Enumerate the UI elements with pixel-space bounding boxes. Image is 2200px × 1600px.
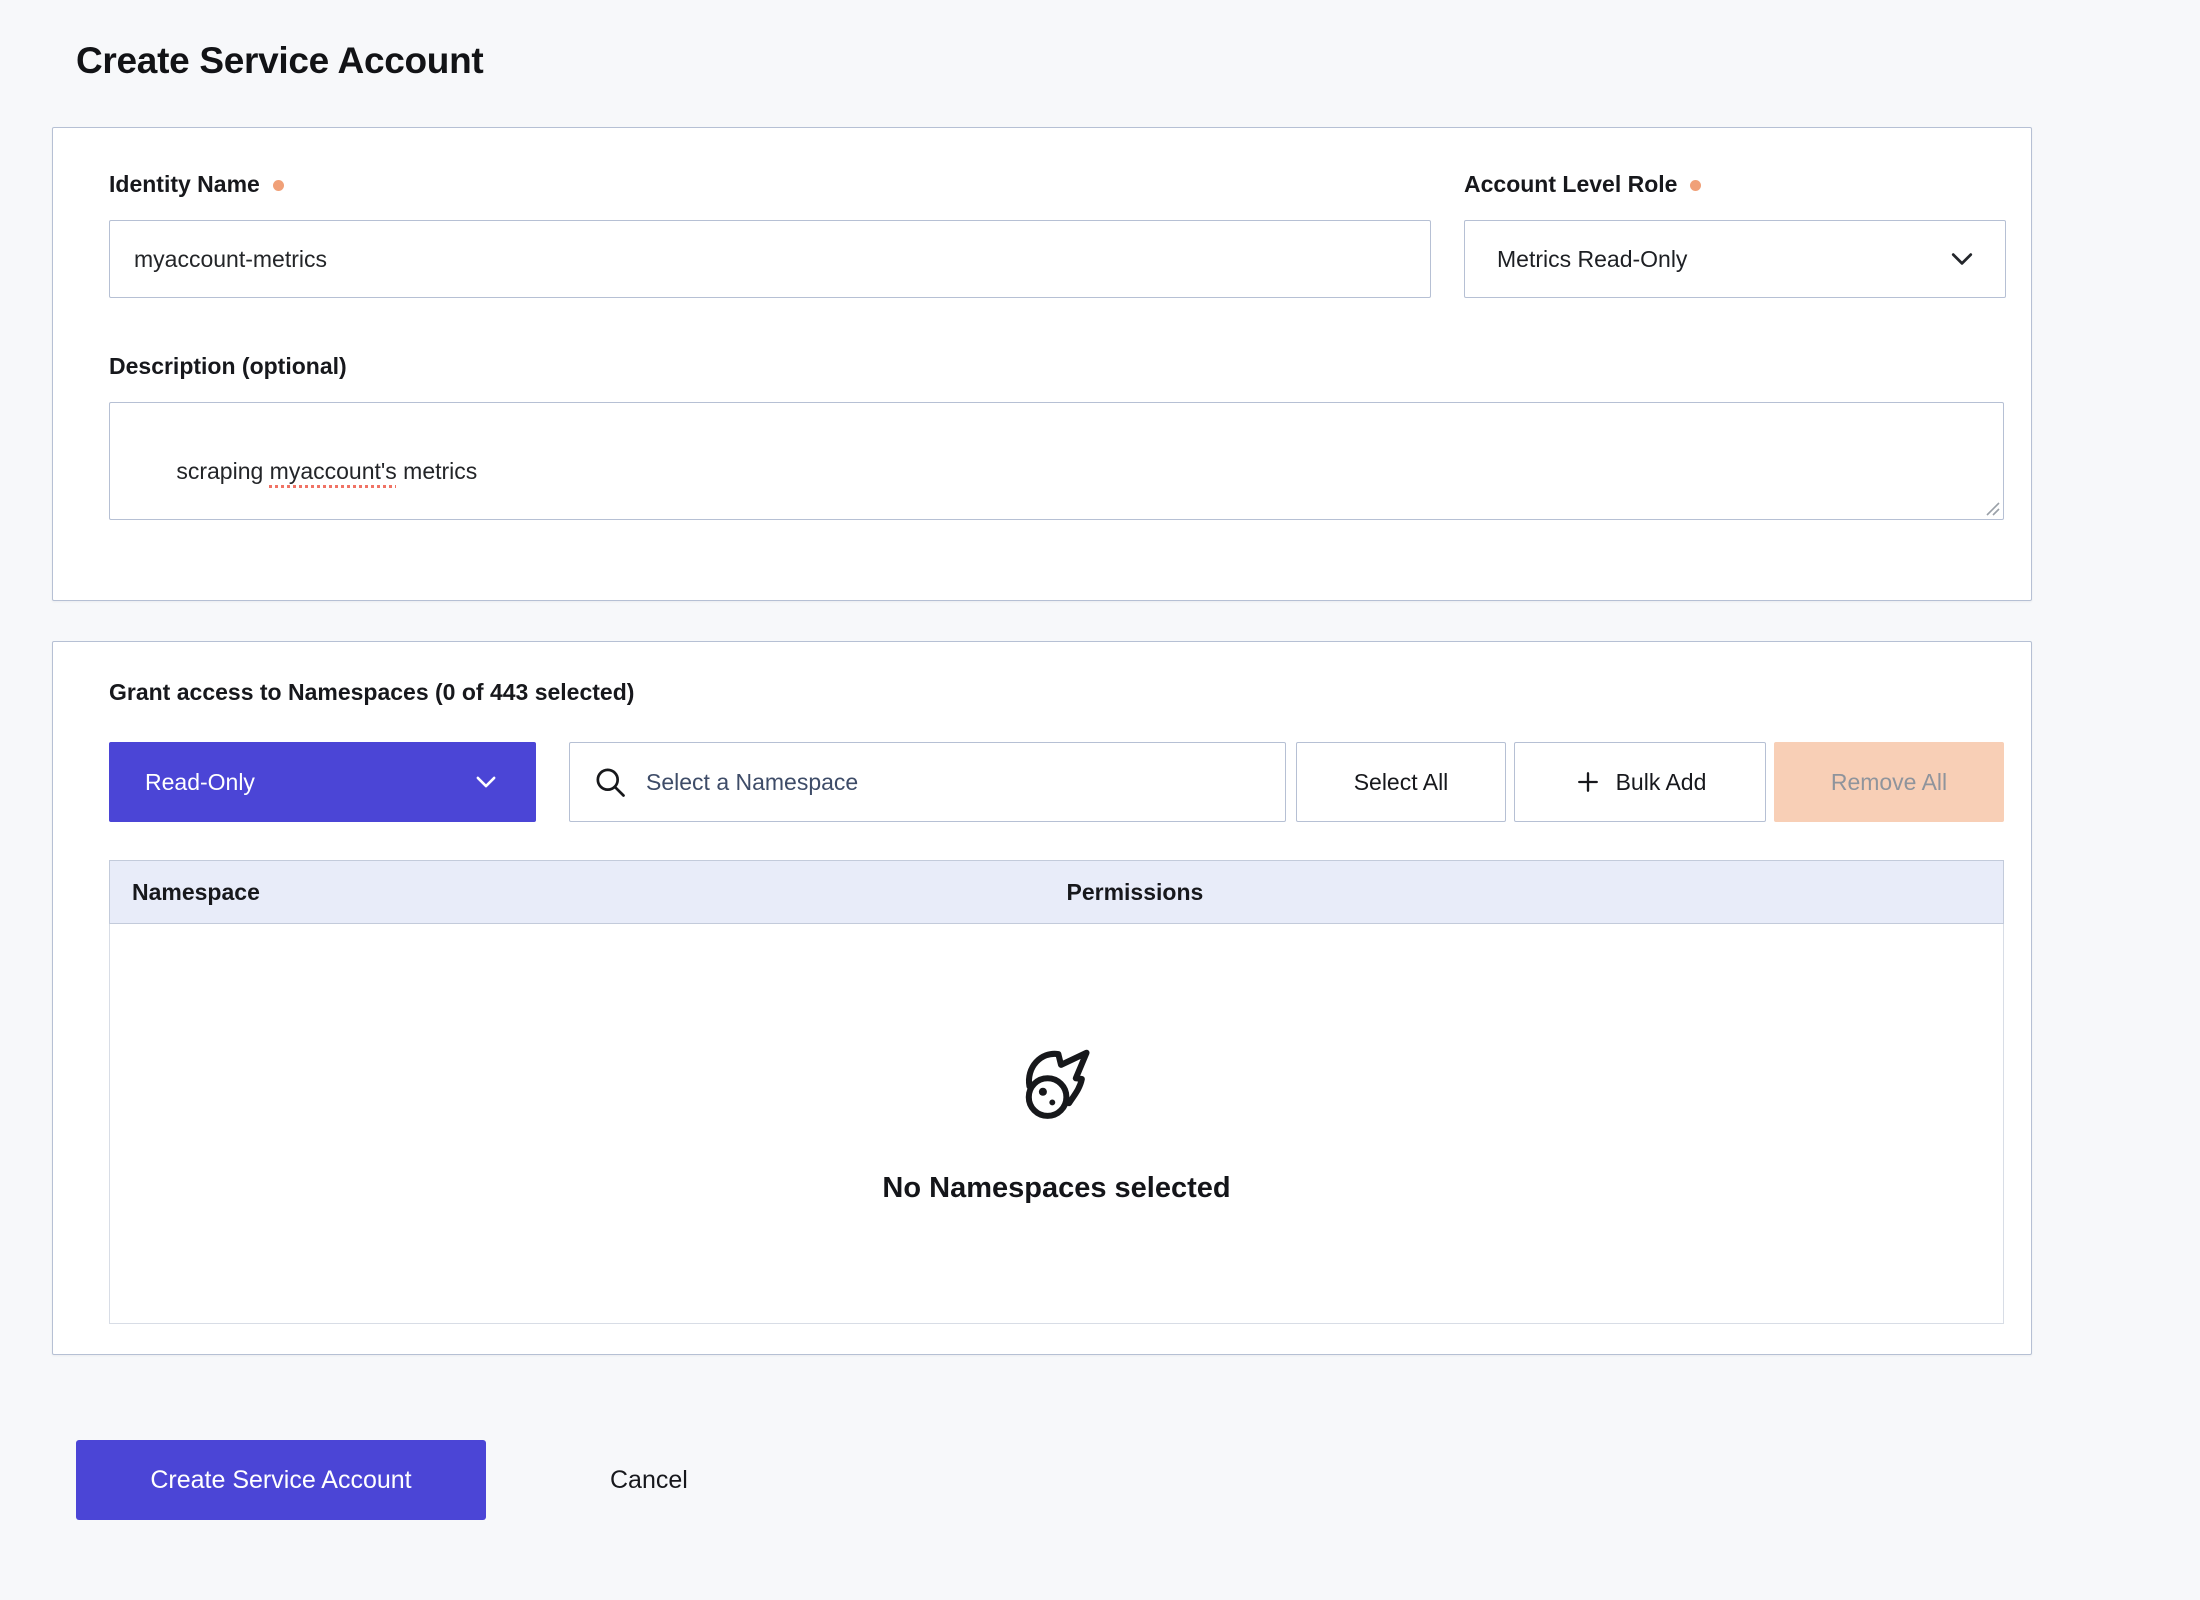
description-field: Description (optional) scraping myaccoun… [109, 352, 2004, 520]
bulk-add-label: Bulk Add [1616, 769, 1707, 796]
chevron-down-icon [1947, 244, 1977, 274]
resize-handle-icon[interactable] [1984, 500, 2000, 516]
empty-state-text: No Namespaces selected [882, 1172, 1230, 1205]
column-header-namespace: Namespace [110, 879, 1057, 906]
namespaces-heading: Grant access to Namespaces (0 of 443 sel… [109, 678, 2004, 706]
select-all-button[interactable]: Select All [1296, 742, 1506, 822]
identity-name-label: Identity Name [109, 170, 1431, 198]
comet-icon [1014, 1042, 1100, 1128]
column-header-permissions: Permissions [1057, 879, 2004, 906]
description-misspelled-word: myaccount's [270, 458, 397, 484]
cancel-button[interactable]: Cancel [604, 1465, 694, 1496]
plus-icon [1574, 768, 1602, 796]
description-text: scraping [176, 458, 269, 484]
description-text: metrics [397, 458, 478, 484]
remove-all-button[interactable]: Remove All [1774, 742, 2004, 822]
table-empty-state: No Namespaces selected [109, 924, 2004, 1324]
namespaces-toolbar: Read-Only Select All Bulk Add Remove All [109, 742, 2004, 822]
account-level-role-label-text: Account Level Role [1464, 170, 1677, 198]
description-label-text: Description (optional) [109, 352, 347, 380]
bulk-add-button[interactable]: Bulk Add [1514, 742, 1766, 822]
form-actions: Create Service Account Cancel [76, 1440, 2200, 1520]
namespace-search-input[interactable] [644, 768, 1263, 797]
required-dot [273, 180, 284, 191]
permission-level-value: Read-Only [145, 769, 255, 796]
identity-name-field: Identity Name [109, 170, 1431, 298]
description-textarea[interactable]: scraping myaccount's metrics [109, 402, 2004, 520]
page-title: Create Service Account [0, 0, 2200, 82]
namespaces-card: Grant access to Namespaces (0 of 443 sel… [52, 641, 2032, 1355]
identity-name-label-text: Identity Name [109, 170, 260, 198]
account-level-role-field: Account Level Role Metrics Read-Only [1464, 170, 2006, 298]
search-icon [592, 764, 628, 800]
create-service-account-button[interactable]: Create Service Account [76, 1440, 486, 1520]
identity-card: Identity Name Account Level Role Metrics… [52, 127, 2032, 601]
identity-name-input[interactable] [109, 220, 1431, 298]
permission-level-dropdown[interactable]: Read-Only [109, 742, 536, 822]
description-label: Description (optional) [109, 352, 2004, 380]
namespace-search [569, 742, 1286, 822]
required-dot [1690, 180, 1701, 191]
namespaces-table: Namespace Permissions No Namespaces sele… [109, 860, 2004, 1324]
account-level-role-select[interactable]: Metrics Read-Only [1464, 220, 2006, 298]
account-level-role-value: Metrics Read-Only [1497, 246, 1687, 273]
account-level-role-label: Account Level Role [1464, 170, 2006, 198]
table-header: Namespace Permissions [109, 860, 2004, 924]
chevron-down-icon [472, 768, 500, 796]
